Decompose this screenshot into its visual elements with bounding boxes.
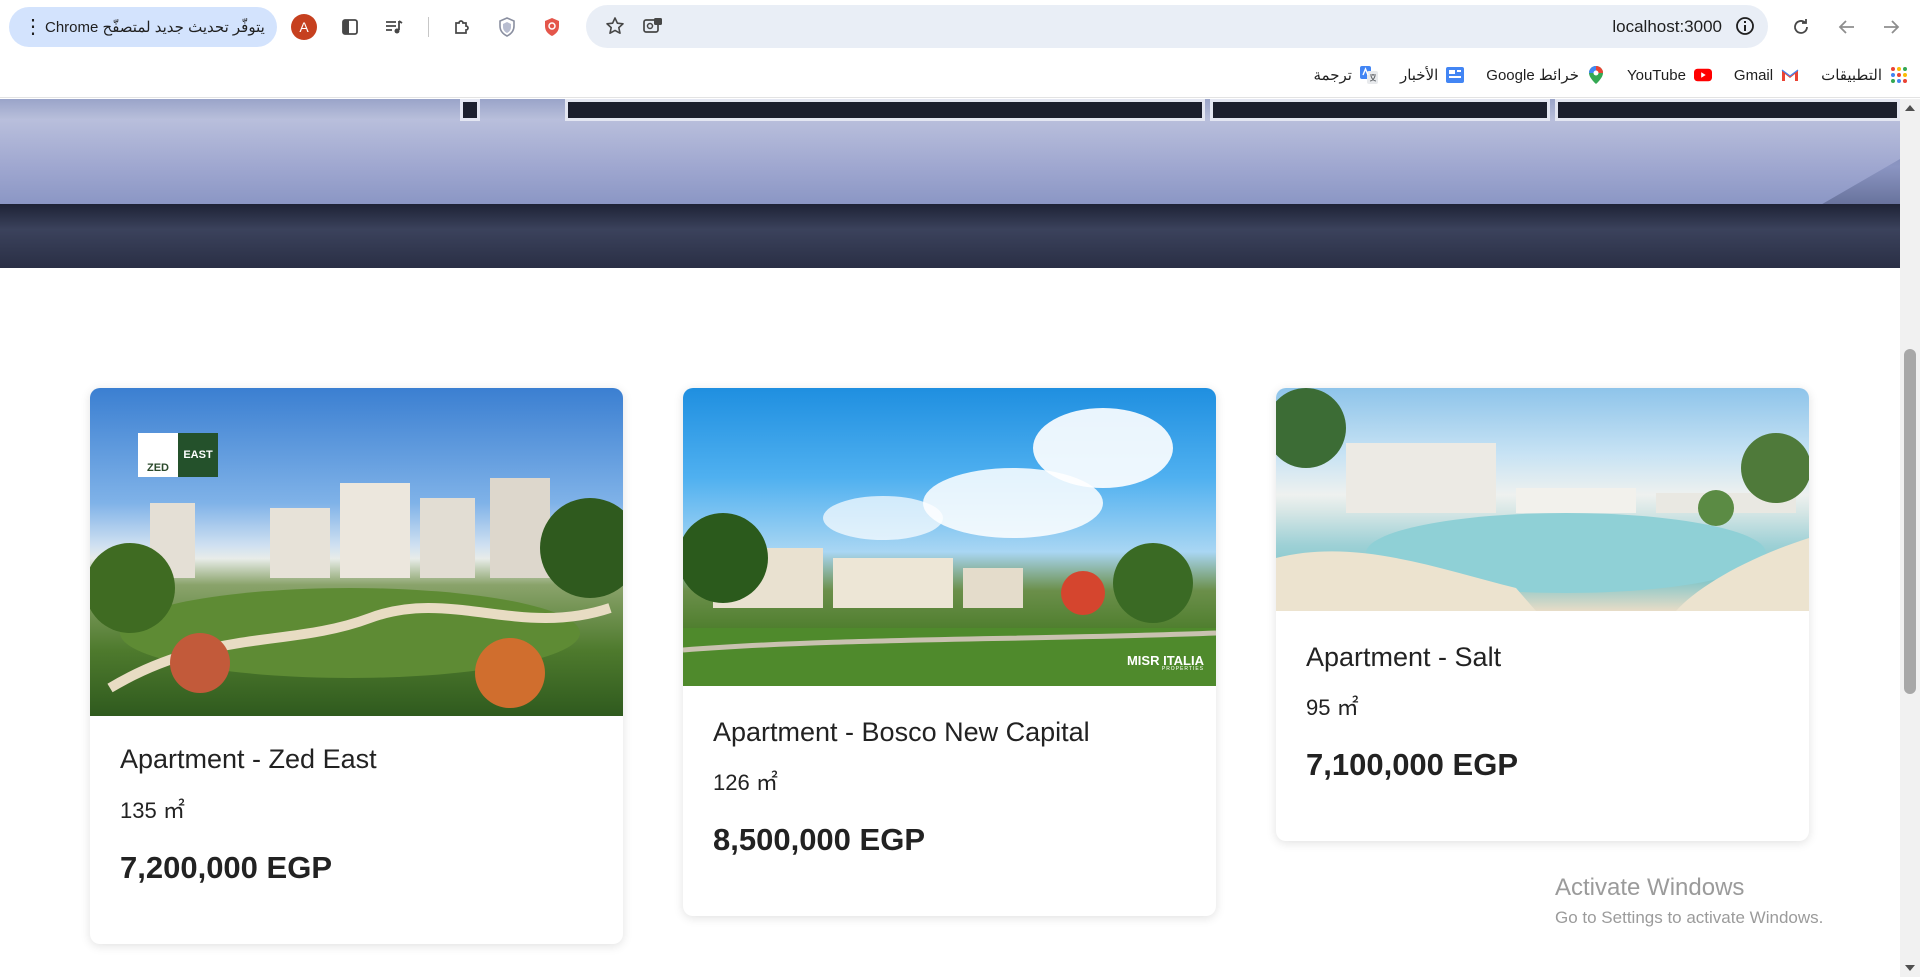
listing-photo: MISR ITALIA PROPERTIES <box>683 388 1216 686</box>
hero-banner-image <box>0 99 1900 268</box>
listing-card-zed-east[interactable]: ZED EAST Apartment - Zed East 135 ㎡ 7,20… <box>90 388 623 944</box>
bookmark-gmail[interactable]: Gmail <box>1734 66 1799 84</box>
listing-title: Apartment - Salt <box>1306 642 1502 672</box>
gmail-icon <box>1781 66 1799 84</box>
listing-title: Apartment - Zed East <box>120 744 377 774</box>
side-panel-icon[interactable] <box>337 14 363 40</box>
browser-toolbar: ⋮ يتوفّر تحديث جديد لمتصفّح Chrome A loc… <box>0 0 1920 53</box>
listing-price: 7,200,000 EGP <box>120 850 332 885</box>
hero-window <box>565 99 1205 121</box>
bookmark-youtube[interactable]: YouTube <box>1627 66 1712 84</box>
bookmark-maps[interactable]: خرائط Google <box>1486 66 1605 84</box>
url-text: localhost:3000 <box>1612 17 1722 36</box>
hero-window <box>460 99 480 121</box>
listing-card-bosco-new-capital[interactable]: MISR ITALIA PROPERTIES Apartment - Bosco… <box>683 388 1216 916</box>
hero-pool <box>0 204 1900 268</box>
reload-icon[interactable] <box>1788 14 1814 40</box>
youtube-icon <box>1693 66 1712 84</box>
update-notice-label: يتوفّر تحديث جديد لمتصفّح Chrome <box>45 19 265 36</box>
bookmark-label: الأخبار <box>1399 67 1439 84</box>
shield-icon[interactable] <box>494 14 520 40</box>
listing-title: Apartment - Bosco New Capital <box>713 717 1090 747</box>
more-vert-icon: ⋮ <box>23 16 43 38</box>
back-icon[interactable] <box>1834 14 1860 40</box>
bookmark-translate[interactable]: ترجمة <box>1314 66 1378 84</box>
news-icon <box>1446 66 1465 84</box>
watermark-title: Activate Windows <box>1555 874 1745 901</box>
toolbar-separator <box>428 17 429 37</box>
update-chrome-button[interactable]: ⋮ يتوفّر تحديث جديد لمتصفّح Chrome <box>9 7 277 47</box>
listing-price: 8,500,000 EGP <box>713 822 925 857</box>
listing-price: 7,100,000 EGP <box>1306 747 1518 782</box>
forward-icon[interactable] <box>1878 14 1904 40</box>
misr-italia-logo: MISR ITALIA PROPERTIES <box>1127 654 1204 672</box>
bookmark-label: Gmail <box>1733 66 1774 84</box>
extensions-icon[interactable] <box>449 14 475 40</box>
address-bar[interactable]: localhost:3000 <box>586 5 1768 48</box>
hero-window <box>1210 99 1550 121</box>
bookmark-label: YouTube <box>1626 66 1686 84</box>
apps-grid-icon <box>1890 66 1908 84</box>
activate-windows-watermark: Activate Windows Go to Settings to activ… <box>1555 874 1823 928</box>
maps-icon <box>1587 66 1605 84</box>
zed-east-logo: ZED EAST <box>138 433 218 477</box>
watermark-subtitle: Go to Settings to activate Windows. <box>1555 908 1824 927</box>
bookmarks-bar: التطبيقات Gmail YouTube خرائط Google الأ… <box>0 53 1920 98</box>
bookmark-star-icon[interactable] <box>602 13 628 39</box>
site-info-icon[interactable] <box>1732 13 1758 39</box>
bookmark-news[interactable]: الأخبار <box>1399 66 1465 84</box>
profile-avatar-button[interactable]: A <box>291 14 317 40</box>
translate-icon <box>1359 66 1378 84</box>
listing-card-salt[interactable]: Apartment - Salt 95 ㎡ 7,100,000 EGP <box>1276 388 1809 841</box>
listing-area: 135 ㎡ <box>120 798 185 823</box>
listing-area: 126 ㎡ <box>713 770 778 795</box>
listing-photo <box>1276 388 1809 611</box>
logo-east-text: EAST <box>178 433 218 477</box>
bookmark-apps[interactable]: التطبيقات <box>1821 66 1908 84</box>
logo-zed-text: ZED <box>147 462 169 474</box>
page-scrollbar[interactable] <box>1900 99 1920 977</box>
scroll-thumb[interactable] <box>1904 349 1916 694</box>
scroll-up-icon[interactable] <box>1905 105 1915 111</box>
bookmark-label: ترجمة <box>1313 67 1352 84</box>
profile-initial: A <box>299 19 309 35</box>
media-controls-icon[interactable] <box>381 14 407 40</box>
bookmark-label: التطبيقات <box>1821 67 1882 84</box>
listing-photo: ZED EAST <box>90 388 623 716</box>
scroll-down-icon[interactable] <box>1905 965 1915 971</box>
brave-shield-icon[interactable] <box>539 14 565 40</box>
bookmark-label: خرائط Google <box>1486 67 1579 84</box>
listing-area: 95 ㎡ <box>1306 695 1359 720</box>
lens-icon[interactable] <box>640 13 666 39</box>
page-viewport: ZED EAST Apartment - Zed East 135 ㎡ 7,20… <box>0 99 1900 977</box>
hero-window <box>1555 99 1900 121</box>
